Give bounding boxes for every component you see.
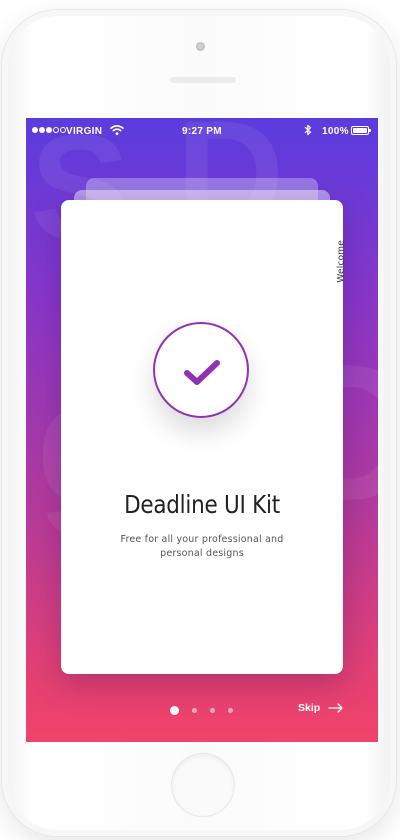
status-bar: VIRGIN 9:27 PM 100% [26, 118, 378, 146]
card-title: Deadline UI Kit [124, 490, 280, 519]
card-subtitle: Free for all your professional and perso… [120, 534, 284, 559]
home-button[interactable] [172, 754, 234, 816]
page-dot[interactable] [228, 708, 233, 713]
page-indicator [170, 706, 233, 715]
check-circle [153, 322, 249, 418]
battery-icon [351, 126, 371, 135]
page-dot-active[interactable] [170, 706, 179, 715]
bluetooth-icon [304, 124, 312, 139]
skip-button[interactable]: Skip [298, 702, 344, 714]
onboarding-card[interactable]: Welcome Deadline UI Kit Free for all you… [61, 200, 347, 674]
battery-percentage: 100% [322, 126, 349, 137]
checkmark-icon [184, 360, 220, 385]
arrow-right-icon [328, 703, 343, 713]
wifi-icon [110, 124, 124, 139]
page-dot[interactable] [210, 708, 215, 713]
skip-label: Skip [298, 702, 321, 714]
page-dot[interactable] [192, 708, 197, 713]
status-time: 9:27 PM [182, 126, 222, 137]
success-badge [153, 322, 249, 418]
front-camera [196, 42, 205, 51]
earpiece-speaker [170, 77, 236, 83]
signal-strength-icon [32, 127, 66, 133]
card-side-label: Welcome [337, 240, 347, 283]
phone-frame: S D g C VIRGIN 9:27 PM 100% [2, 10, 396, 836]
app-screen: S D g C VIRGIN 9:27 PM 100% [26, 118, 378, 742]
carrier-name: VIRGIN [66, 126, 103, 137]
